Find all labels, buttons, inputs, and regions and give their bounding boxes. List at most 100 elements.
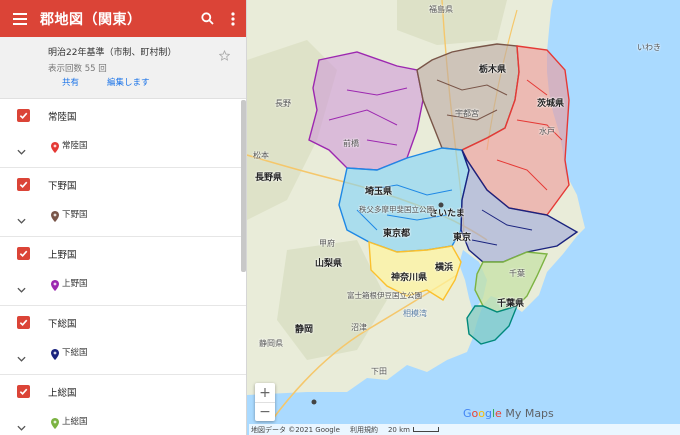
label-iwaki: いわき — [637, 43, 661, 52]
google-mymaps-logo: Google My Maps — [463, 407, 554, 420]
layer-checkbox[interactable] — [17, 247, 30, 260]
map-actions: 共有 編集します — [62, 76, 150, 88]
label-yokohama: 横浜 — [435, 263, 454, 273]
label-nagano-ken: 長野県 — [255, 173, 283, 183]
layer-checkbox[interactable] — [17, 109, 30, 122]
label-numazu: 沼津 — [351, 323, 367, 332]
chevron-down-icon — [17, 287, 26, 293]
expand-button[interactable] — [17, 416, 26, 435]
layer-name[interactable]: 常陸国 — [48, 109, 77, 123]
layer-name[interactable]: 上野国 — [48, 247, 77, 261]
app-window: 郡地図（関東） 明治22年基準（市制、町村制） 表示回数 55 回 共有 編集し… — [0, 0, 680, 435]
layer-item: 下総国 下総国 — [0, 306, 246, 375]
chevron-down-icon — [17, 149, 26, 155]
expand-button[interactable] — [17, 278, 26, 297]
menu-button[interactable] — [0, 0, 40, 37]
check-icon — [19, 112, 28, 120]
label-maebashi: 前橋 — [343, 139, 359, 148]
map-pin — [51, 207, 59, 226]
label-kofu: 甲府 — [319, 239, 335, 248]
chevron-down-icon — [17, 356, 26, 362]
star-icon — [218, 49, 231, 61]
label-kanagawa: 神奈川県 — [391, 273, 428, 283]
layer-item: 上総国 上総国 — [0, 375, 246, 435]
chevron-down-icon — [17, 425, 26, 431]
header-bar: 郡地図（関東） — [0, 0, 246, 37]
map-data-credit: 地図データ ©2021 Google — [251, 425, 340, 434]
label-saitama: さいたま — [429, 209, 465, 219]
scale-bar: 20 km — [388, 426, 439, 434]
expand-button[interactable] — [17, 209, 26, 228]
label-fuji-park: 富士箱根伊豆国立公園 — [347, 291, 422, 300]
scrollbar[interactable] — [241, 100, 246, 272]
city-dot — [311, 399, 317, 405]
zoom-in-button[interactable]: + — [255, 383, 275, 402]
terms-link[interactable]: 利用規約 — [350, 425, 378, 435]
label-ibaraki: 茨城県 — [537, 99, 565, 109]
label-shizuoka-ken: 静岡県 — [259, 339, 283, 348]
check-icon — [19, 388, 28, 396]
map-info: 明治22年基準（市制、町村制） 表示回数 55 回 — [0, 37, 246, 99]
more-options-button[interactable] — [220, 0, 246, 37]
map-pin — [51, 276, 59, 295]
more-vert-icon — [231, 11, 235, 26]
map-pin — [51, 414, 59, 433]
label-mito: 水戸 — [539, 127, 555, 136]
region-kozuke[interactable] — [308, 51, 424, 171]
label-chiba: 千葉 — [509, 269, 525, 278]
layer-name[interactable]: 下総国 — [48, 316, 77, 330]
layer-sublabel[interactable]: 上総国 — [62, 415, 88, 427]
layer-sublabel[interactable]: 下野国 — [62, 208, 88, 220]
layer-item: 上野国 上野国 — [0, 237, 246, 306]
map-pin — [51, 138, 59, 157]
check-icon — [19, 319, 28, 327]
pin-icon — [51, 142, 59, 153]
layers-panel: 郡地図（関東） 明治22年基準（市制、町村制） 表示回数 55 回 共有 編集し… — [0, 0, 247, 435]
layer-name[interactable]: 上総国 — [48, 385, 77, 399]
expand-button[interactable] — [17, 140, 26, 159]
label-matsumoto: 松本 — [253, 151, 269, 160]
map-title[interactable]: 郡地図（関東） — [40, 9, 194, 29]
zoom-control: + − — [255, 383, 275, 421]
check-icon — [19, 181, 28, 189]
share-link[interactable]: 共有 — [62, 76, 79, 88]
label-shimoda: 下田 — [371, 367, 387, 376]
layer-sublabel[interactable]: 下総国 — [62, 346, 88, 358]
label-tokyo-to: 東京都 — [383, 229, 411, 239]
label-fukushima: 福島県 — [429, 5, 453, 14]
layer-item: 下野国 下野国 — [0, 168, 246, 237]
layer-name[interactable]: 下野国 — [48, 178, 77, 192]
pin-icon — [51, 349, 59, 360]
label-saitama-ken: 埼玉県 — [365, 187, 393, 197]
map-pin — [51, 345, 59, 364]
zoom-out-button[interactable]: − — [255, 402, 275, 421]
star-button[interactable] — [218, 46, 231, 65]
map-canvas[interactable]: 福島県 いわき 長野 松本 長野県 栃木県 前橋 宇都宮 茨城県 水戸 埼玉県 … — [247, 0, 680, 435]
expand-button[interactable] — [17, 347, 26, 366]
layer-checkbox[interactable] — [17, 178, 30, 191]
label-utsunomiya: 宇都宮 — [455, 109, 479, 118]
pin-icon — [51, 280, 59, 291]
label-chichibu-park: 秩父多摩甲斐国立公園 — [359, 205, 434, 214]
pin-icon — [51, 418, 59, 429]
layer-checkbox[interactable] — [17, 316, 30, 329]
search-icon — [200, 12, 214, 25]
layer-sublabel[interactable]: 常陸国 — [62, 139, 88, 151]
layer-item: 常陸国 常陸国 — [0, 99, 246, 168]
label-shizuoka: 静岡 — [295, 325, 314, 335]
label-nagano: 長野 — [275, 99, 291, 108]
map-description: 明治22年基準（市制、町村制） — [48, 48, 177, 58]
pin-icon — [51, 211, 59, 222]
layer-sublabel[interactable]: 上野国 — [62, 277, 88, 289]
label-sagami-bay: 相模湾 — [403, 309, 427, 318]
menu-icon — [13, 12, 27, 25]
mymaps-text: My Maps — [505, 407, 554, 420]
layer-checkbox[interactable] — [17, 385, 30, 398]
label-tokyo: 東京 — [453, 233, 472, 243]
label-tochigi: 栃木県 — [479, 65, 507, 75]
edit-link[interactable]: 編集します — [107, 76, 150, 88]
chevron-down-icon — [17, 218, 26, 224]
search-button[interactable] — [194, 0, 220, 37]
label-chiba-ken: 千葉県 — [497, 299, 525, 309]
layer-list: 常陸国 常陸国 下野国 下野国 上野国 上野国 下総国 下総国 上総国 上総国 — [0, 99, 246, 435]
